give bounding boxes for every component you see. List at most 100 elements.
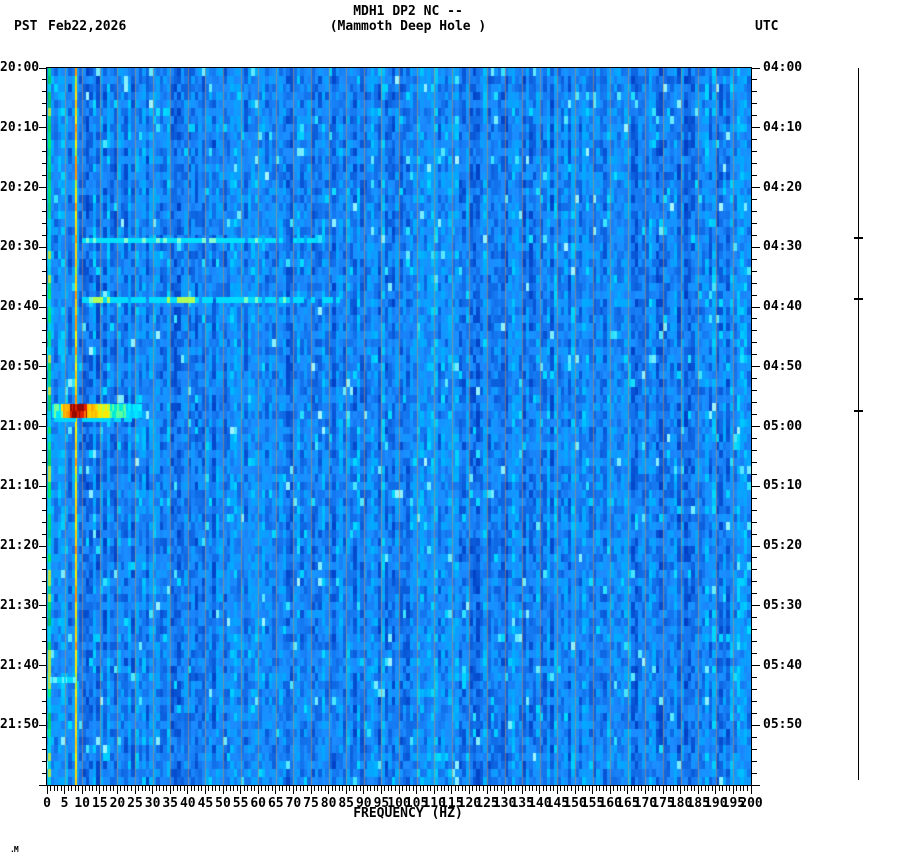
freq-tick [162,786,164,791]
time-tick [39,724,47,726]
time-tick [39,485,47,487]
freq-tick [704,786,706,791]
freq-tick [130,786,132,791]
freq-tick [169,786,171,794]
freq-tick [138,786,140,791]
freq-tick [620,786,622,791]
freq-tick [662,786,664,794]
time-tick [752,569,757,571]
freq-tick [574,786,576,794]
freq-tick [296,786,298,791]
event-marker-tick [854,298,863,301]
time-tick [39,127,47,129]
freq-tick [694,786,696,791]
freq-tick [504,786,506,794]
freq-tick [363,786,365,794]
freq-tick [563,786,565,791]
freq-tick [402,786,404,791]
freq-tick [669,786,671,791]
time-tick [752,198,757,200]
freq-tick [486,786,488,794]
time-tick [752,366,760,368]
freq-tick [549,786,551,791]
time-tick [42,91,47,93]
freq-tick [282,786,284,791]
freq-tick [268,786,270,791]
time-tick [42,330,47,332]
time-tick [39,545,47,547]
time-tick [42,760,47,762]
freq-tick [247,786,249,791]
pst-time-label: 21:00 [0,418,40,434]
freq-tick [208,786,210,791]
plot-frame [46,67,752,786]
time-tick [42,234,47,236]
freq-tick [511,786,513,791]
freq-tick [521,786,523,794]
time-tick [42,521,47,523]
freq-tick [609,786,611,794]
freq-tick [356,786,358,791]
time-tick [752,210,757,212]
freq-tick [500,786,502,791]
time-tick [752,318,757,320]
freq-tick [394,786,396,791]
freq-tick [475,786,477,791]
time-tick [752,342,757,344]
time-tick [39,187,47,188]
freq-tick [81,786,83,794]
time-tick [42,509,47,511]
freq-tick [299,786,301,791]
time-tick [752,509,757,511]
utc-time-label: 04:10 [763,119,803,135]
time-tick [42,557,47,559]
freq-tick [120,786,122,791]
time-tick [752,402,757,404]
freq-tick [194,786,196,791]
time-tick [752,91,757,93]
freq-tick [701,786,703,791]
time-tick [42,437,47,439]
time-tick [42,390,47,392]
time-tick [752,306,760,308]
utc-time-label: 05:40 [763,657,803,673]
time-tick [752,151,757,153]
freq-tick [634,786,636,791]
event-marker-tick [854,409,863,412]
freq-tick [433,786,435,794]
freq-tick [539,786,541,794]
freq-tick [134,786,136,794]
freq-tick [345,786,347,794]
time-tick [39,426,47,427]
freq-tick [419,786,421,791]
freq-tick [377,786,379,791]
freq-tick [556,786,558,794]
freq-tick [328,786,330,794]
time-tick [42,378,47,380]
time-tick [42,772,47,774]
time-tick [752,426,760,427]
time-tick [39,665,47,666]
freq-tick [190,786,192,791]
freq-tick [732,786,734,794]
freq-tick [342,786,344,791]
time-tick [42,139,47,141]
freq-tick [285,786,287,791]
freq-tick [468,786,470,794]
time-tick [752,772,757,774]
freq-tick [447,786,449,791]
freq-tick [155,786,157,791]
freq-tick [53,786,55,791]
freq-tick [743,786,745,791]
spectrogram-canvas [47,68,751,785]
freq-tick [581,786,583,791]
freq-tick [578,786,580,791]
time-tick [752,605,760,607]
freq-tick [275,786,277,794]
freq-tick [606,786,608,791]
time-tick [752,676,757,678]
time-tick [42,115,47,117]
time-tick [752,485,760,487]
time-tick [752,557,757,559]
time-tick [42,473,47,475]
